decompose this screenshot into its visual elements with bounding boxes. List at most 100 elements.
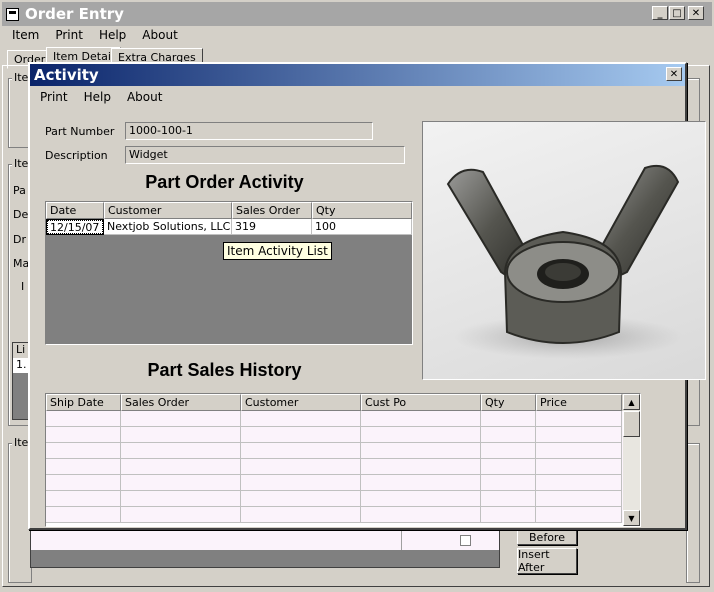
menu-item[interactable]: Item [4,26,47,44]
minimize-button[interactable]: _ [652,6,668,20]
scroll-thumb[interactable] [623,411,640,437]
col-date[interactable]: Date [46,202,104,219]
table-cell[interactable] [46,475,121,491]
cell-customer[interactable]: Nextjob Solutions, LLC [104,219,232,235]
table-cell[interactable] [361,491,481,507]
table-cell[interactable] [536,427,622,443]
table-cell[interactable] [241,459,361,475]
activity-menu-about[interactable]: About [119,88,170,106]
table-cell[interactable] [481,475,536,491]
table-row[interactable] [46,411,640,427]
before-button[interactable]: Before [517,529,577,545]
app-menu-bar: Item Print Help About [4,26,186,44]
table-cell[interactable] [481,427,536,443]
cell-date[interactable]: 12/15/07 [46,219,104,235]
table-cell[interactable] [46,507,121,523]
bg-bottom-divider [401,531,402,550]
table-cell[interactable] [46,491,121,507]
table-row[interactable] [46,475,640,491]
menu-print[interactable]: Print [47,26,91,44]
maximize-button[interactable]: □ [669,6,685,20]
activity-menu-bar: Print Help About [32,88,170,106]
table-cell[interactable] [241,427,361,443]
part-number-field[interactable]: 1000-100-1 [125,122,373,140]
table-cell[interactable] [361,411,481,427]
table-cell[interactable] [361,427,481,443]
table-cell[interactable] [121,427,241,443]
activity-menu-print[interactable]: Print [32,88,76,106]
table-cell[interactable] [46,411,121,427]
table-row[interactable] [46,443,640,459]
table-cell[interactable] [481,491,536,507]
sales-history-grid[interactable]: Ship Date Sales Order Customer Cust Po Q… [45,393,641,527]
table-cell[interactable] [121,411,241,427]
menu-about[interactable]: About [134,26,185,44]
order-grid-header: Date Customer Sales Order Qty [46,202,412,219]
table-cell[interactable] [361,459,481,475]
table-row[interactable] [46,459,640,475]
table-cell[interactable] [46,427,121,443]
col-customer[interactable]: Customer [241,394,361,411]
table-cell[interactable] [241,411,361,427]
table-cell[interactable] [536,443,622,459]
close-button[interactable]: ✕ [688,6,704,20]
table-cell[interactable] [241,491,361,507]
col-customer[interactable]: Customer [104,202,232,219]
col-qty[interactable]: Qty [481,394,536,411]
table-cell[interactable] [536,411,622,427]
table-cell[interactable] [536,491,622,507]
table-row[interactable]: 12/15/07 Nextjob Solutions, LLC 319 100 [46,219,412,235]
cell-sales-order[interactable]: 319 [232,219,312,235]
table-cell[interactable] [241,443,361,459]
description-field[interactable]: Widget [125,146,405,164]
scroll-down-arrow-icon[interactable]: ▼ [623,510,640,526]
right-group-3 [686,443,700,583]
table-cell[interactable] [121,491,241,507]
table-row[interactable] [46,491,640,507]
col-sales-order[interactable]: Sales Order [232,202,312,219]
table-cell[interactable] [361,475,481,491]
app-title-bar[interactable]: Order Entry [2,2,712,26]
bg-label-i: I [21,280,25,293]
table-cell[interactable] [121,507,241,523]
cell-qty[interactable]: 100 [312,219,412,235]
col-ship-date[interactable]: Ship Date [46,394,121,411]
table-cell[interactable] [46,443,121,459]
description-label: Description [45,149,108,162]
table-cell[interactable] [536,475,622,491]
table-cell[interactable] [481,507,536,523]
order-activity-grid[interactable]: Date Customer Sales Order Qty 12/15/07 N… [45,201,413,345]
table-cell[interactable] [481,443,536,459]
sales-scrollbar[interactable]: ▲ ▼ [623,394,640,526]
activity-close-button[interactable]: ✕ [666,67,682,81]
table-cell[interactable] [481,459,536,475]
table-row[interactable] [46,427,640,443]
menu-help[interactable]: Help [91,26,134,44]
tooltip: Item Activity List [223,242,332,260]
table-cell[interactable] [536,507,622,523]
table-cell[interactable] [241,475,361,491]
col-cust-po[interactable]: Cust Po [361,394,481,411]
table-cell[interactable] [481,411,536,427]
table-cell[interactable] [121,443,241,459]
table-cell[interactable] [46,459,121,475]
scroll-up-arrow-icon[interactable]: ▲ [623,394,640,410]
col-qty[interactable]: Qty [312,202,412,219]
activity-menu-help[interactable]: Help [76,88,119,106]
table-cell[interactable] [121,475,241,491]
col-sales-order[interactable]: Sales Order [121,394,241,411]
table-row[interactable] [46,507,640,523]
table-cell[interactable] [241,507,361,523]
bg-label-ma: Ma [13,257,30,270]
col-price[interactable]: Price [536,394,622,411]
activity-title-bar[interactable]: Activity [30,64,685,86]
insert-after-button[interactable]: Insert After [517,548,577,574]
table-cell[interactable] [121,459,241,475]
bg-checkbox[interactable] [460,535,471,546]
bg-label-dr: Dr [13,233,26,246]
table-cell[interactable] [361,507,481,523]
bg-list-row: 1. [13,358,29,373]
table-cell[interactable] [361,443,481,459]
bg-label-pa: Pa [13,184,26,197]
table-cell[interactable] [536,459,622,475]
